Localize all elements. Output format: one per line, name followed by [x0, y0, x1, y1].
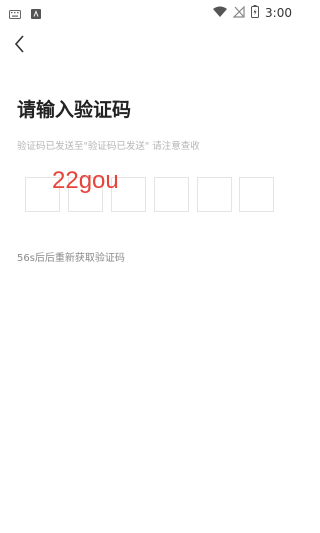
sent-notice: 验证码已发送至"验证码已发送" 请注意查收: [17, 141, 200, 152]
code-box[interactable]: [154, 177, 189, 212]
wifi-icon: [213, 3, 228, 22]
status-left-icons: [9, 4, 41, 23]
page-title: 请输入验证码: [17, 99, 132, 121]
chevron-left-icon: [12, 35, 28, 58]
battery-icon: [251, 3, 260, 22]
app-notification-icon: [31, 4, 41, 23]
back-button[interactable]: [12, 34, 32, 54]
status-bar: 3:00: [0, 0, 300, 22]
no-signal-icon: [232, 3, 245, 22]
verification-screen: 3:00 请输入验证码 验证码已发送至"验证码已发送" 请注意查收 22gou …: [0, 0, 300, 533]
code-box[interactable]: [197, 177, 232, 212]
keyboard-icon: [9, 4, 21, 23]
code-input-value: 22gou: [52, 167, 119, 194]
resend-countdown: 56s后后重新获取验证码: [17, 253, 125, 264]
status-right-icons: 3:00: [213, 3, 292, 22]
status-time: 3:00: [265, 5, 292, 20]
code-box[interactable]: [239, 177, 274, 212]
